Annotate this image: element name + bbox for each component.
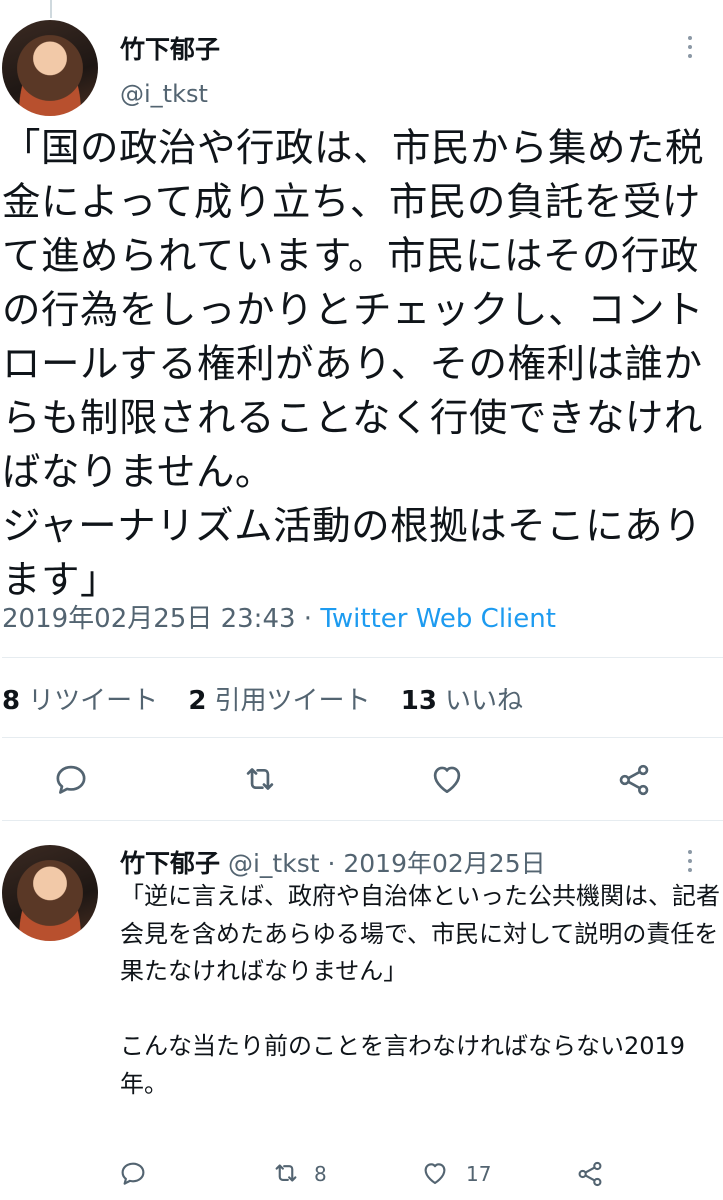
quotes-count: 2 xyxy=(188,686,207,716)
header-separator: · xyxy=(319,849,344,878)
likes-label: いいね xyxy=(444,686,523,716)
reply-button[interactable] xyxy=(52,760,90,798)
retweets-count: 8 xyxy=(2,686,21,716)
timestamp[interactable]: 2019年02月25日 23:43 xyxy=(2,604,296,634)
more-icon[interactable] xyxy=(688,36,698,63)
share-button[interactable] xyxy=(574,1158,606,1190)
reply-date[interactable]: 2019年02月25日 xyxy=(343,849,545,878)
like-count: 17 xyxy=(466,1162,492,1186)
retweet-count: 8 xyxy=(314,1162,327,1186)
retweets-stat[interactable]: 8 リツイート xyxy=(2,686,158,716)
like-icon xyxy=(424,1163,446,1185)
avatar[interactable] xyxy=(2,845,98,941)
share-button[interactable] xyxy=(614,760,654,800)
divider xyxy=(2,737,723,738)
user-handle[interactable]: @i_tkst xyxy=(120,80,208,108)
share-icon xyxy=(619,764,649,796)
divider xyxy=(2,820,723,821)
more-icon[interactable] xyxy=(688,850,698,877)
tweet-stats: 8 リツイート 2 引用ツイート 13 いいね xyxy=(2,680,523,717)
likes-stat[interactable]: 13 いいね xyxy=(401,686,523,716)
retweet-icon xyxy=(246,768,274,790)
reply-header: 竹下郁子 @i_tkst · 2019年02月25日 xyxy=(120,844,546,880)
retweet-button[interactable] xyxy=(270,1158,302,1188)
like-icon xyxy=(433,766,461,794)
reply-button[interactable] xyxy=(118,1158,148,1188)
like-button[interactable] xyxy=(420,1158,450,1188)
like-button[interactable] xyxy=(428,760,466,798)
retweet-icon xyxy=(275,1164,297,1182)
retweet-button[interactable] xyxy=(240,760,280,798)
reply-icon xyxy=(121,1162,145,1185)
display-name[interactable]: 竹下郁子 xyxy=(120,30,220,66)
user-handle[interactable]: @i_tkst xyxy=(228,849,320,878)
reply-icon xyxy=(56,765,86,794)
display-name[interactable]: 竹下郁子 xyxy=(120,849,220,878)
quotes-label: 引用ツイート xyxy=(214,686,371,716)
thread-line xyxy=(50,0,52,18)
likes-count: 13 xyxy=(400,686,437,716)
reply-text: 「逆に言えば、政府や自治体といった公共機関は、記者会見を含めたあらゆる場で、市民… xyxy=(120,882,720,1098)
client-link[interactable]: Twitter Web Client xyxy=(320,604,556,634)
share-icon xyxy=(578,1161,602,1187)
meta-separator: · xyxy=(295,604,321,634)
avatar[interactable] xyxy=(2,20,98,116)
retweets-label: リツイート xyxy=(28,686,159,716)
tweet-text: 「国の政治や行政は、市民から集めた税金によって成り立ち、市民の負託を受けて進めら… xyxy=(2,126,705,603)
divider xyxy=(2,657,723,658)
tweet-meta: 2019年02月25日 23:43 · Twitter Web Client xyxy=(2,598,556,635)
quotes-stat[interactable]: 2 引用ツイート xyxy=(188,686,370,716)
